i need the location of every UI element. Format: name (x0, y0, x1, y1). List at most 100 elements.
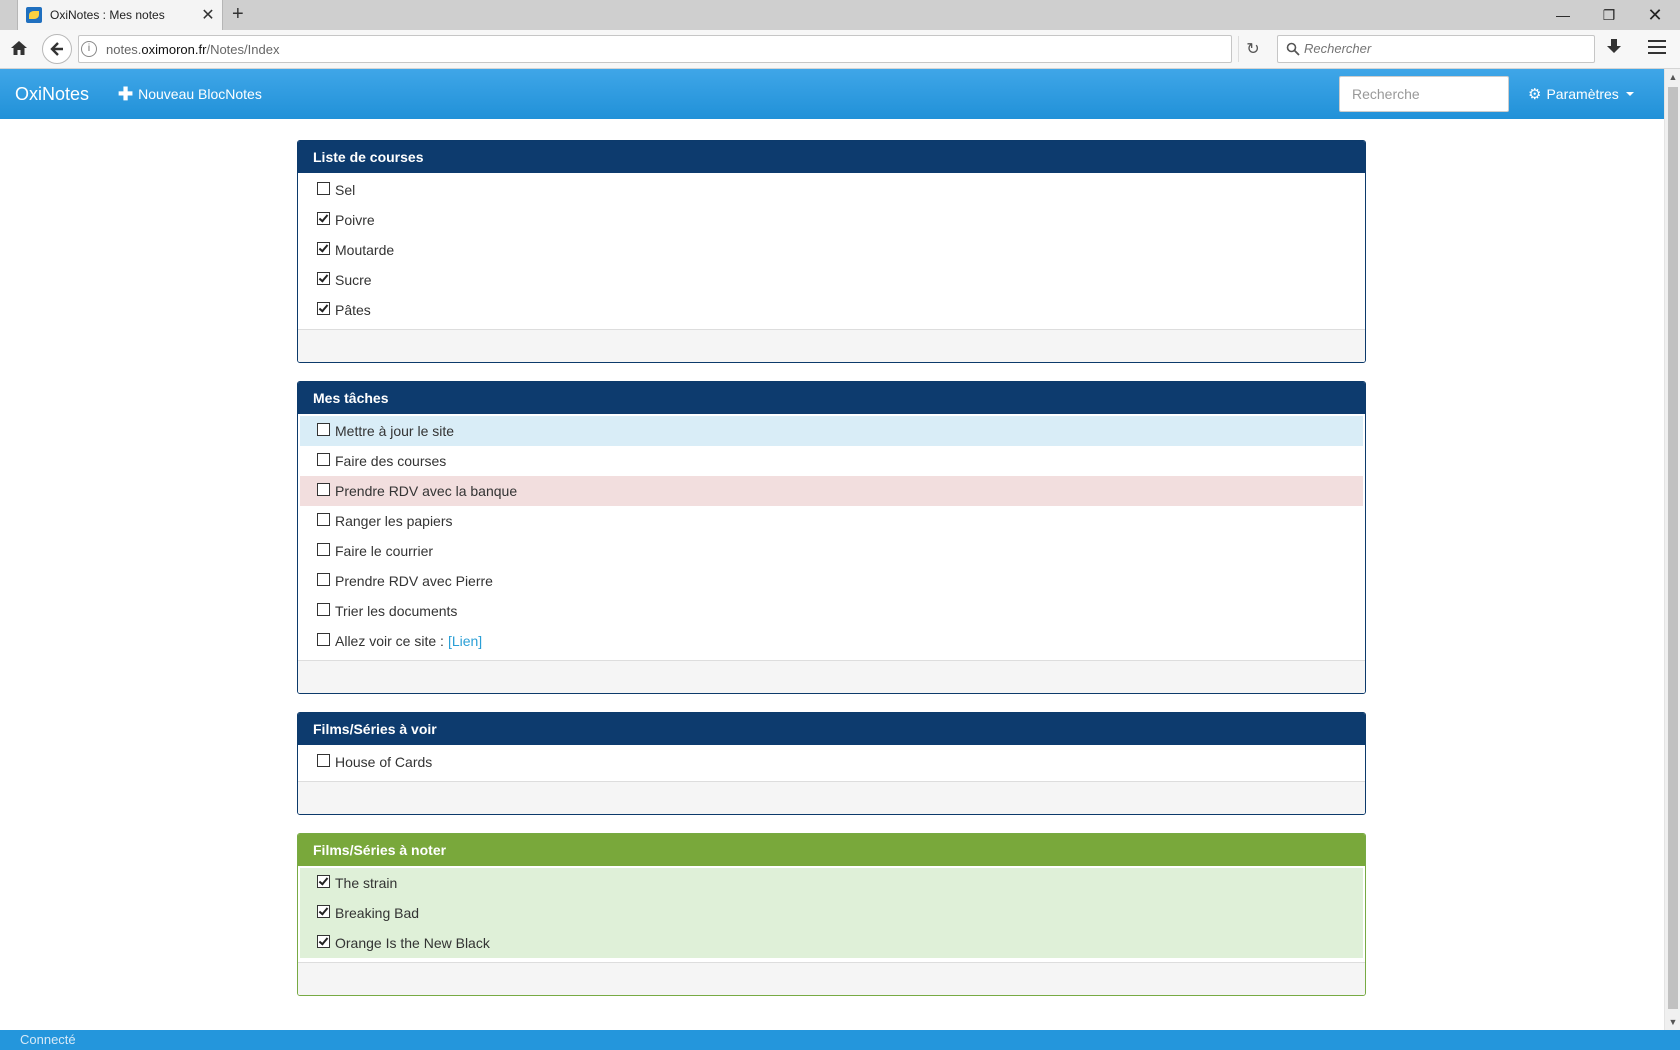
settings-label: Paramètres (1546, 86, 1619, 102)
list-item[interactable]: Breaking Bad (300, 898, 1363, 928)
browser-toolbar: i notes.oximoron.fr/Notes/Index ↻ (0, 30, 1680, 69)
unchecked-checkbox[interactable] (317, 453, 330, 466)
notebook-panel: Films/Séries à voir House of Cards (297, 712, 1366, 815)
list-item[interactable]: Poivre (300, 205, 1363, 235)
item-label: Mettre à jour le site (335, 423, 455, 439)
list-item[interactable]: The strain (300, 868, 1363, 898)
list-item[interactable]: Prendre RDV avec Pierre (300, 566, 1363, 596)
item-label: House of Cards (335, 754, 433, 770)
caret-down-icon (1625, 92, 1634, 96)
item-label: Prendre RDV avec Pierre (335, 573, 493, 589)
notebook-items: The strain Breaking Bad Orange Is the New … (298, 866, 1365, 963)
checked-checkbox[interactable] (317, 302, 330, 315)
url-bar[interactable]: i notes.oximoron.fr/Notes/Index (78, 35, 1232, 63)
scroll-up-icon[interactable]: ▲ (1665, 69, 1680, 85)
item-label: Moutarde (335, 242, 395, 258)
list-item[interactable]: Pâtes (300, 295, 1363, 325)
list-item[interactable]: Sucre (300, 265, 1363, 295)
list-item[interactable]: Faire le courrier (300, 536, 1363, 566)
back-arrow-icon (50, 42, 63, 56)
minimize-icon[interactable]: — (1540, 0, 1586, 30)
browser-search-input[interactable] (1302, 40, 1586, 57)
notebook-title[interactable]: Films/Séries à voir (298, 713, 1365, 745)
checked-checkbox[interactable] (317, 905, 330, 918)
item-label: Pâtes (335, 302, 371, 318)
close-window-icon[interactable]: ✕ (1632, 0, 1678, 30)
browser-tab[interactable]: OxiNotes : Mes notes ✕ (17, 0, 223, 30)
list-item[interactable]: Sel (300, 175, 1363, 205)
item-label: Sel (335, 182, 356, 198)
reload-icon[interactable]: ↻ (1238, 36, 1267, 62)
list-item[interactable]: Ranger les papiers (300, 506, 1363, 536)
notebook-items: Sel Poivre Moutarde Sucre Pâtes (298, 173, 1365, 330)
download-icon[interactable] (1606, 38, 1622, 56)
unchecked-checkbox[interactable] (317, 603, 330, 616)
vertical-scrollbar[interactable]: ▲ ▼ (1664, 69, 1680, 1030)
unchecked-checkbox[interactable] (317, 633, 330, 646)
checked-checkbox[interactable] (317, 935, 330, 948)
restore-icon[interactable]: ❐ (1586, 0, 1632, 30)
checked-checkbox[interactable] (317, 242, 330, 255)
list-item[interactable]: Mettre à jour le site (300, 416, 1363, 446)
item-label: Trier les documents (335, 603, 458, 619)
gear-icon: ⚙ (1528, 86, 1542, 103)
checked-checkbox[interactable] (317, 272, 330, 285)
brand-logo[interactable]: OxiNotes (15, 84, 89, 105)
notebook-footer (298, 661, 1365, 693)
item-label: Prendre RDV avec la banque (335, 483, 518, 499)
item-label: Breaking Bad (335, 905, 420, 921)
list-item[interactable]: Trier les documents (300, 596, 1363, 626)
home-icon[interactable] (10, 39, 28, 57)
list-item[interactable]: Faire des courses (300, 446, 1363, 476)
connection-status: Connecté (20, 1032, 76, 1047)
list-item[interactable]: Orange Is the New Black (300, 928, 1363, 958)
list-item[interactable]: House of Cards (300, 747, 1363, 777)
scroll-down-icon[interactable]: ▼ (1665, 1014, 1680, 1030)
item-label: Faire des courses (335, 453, 447, 469)
tab-title: OxiNotes : Mes notes (50, 8, 165, 22)
list-item[interactable]: Prendre RDV avec la banque (300, 476, 1363, 506)
notebook-title[interactable]: Films/Séries à noter (298, 834, 1365, 866)
unchecked-checkbox[interactable] (317, 573, 330, 586)
settings-dropdown[interactable]: ⚙ Paramètres (1528, 85, 1634, 103)
notebook-footer (298, 330, 1365, 362)
site-info-icon[interactable]: i (81, 41, 97, 57)
item-label: Allez voir ce site : (335, 633, 444, 649)
close-tab-icon[interactable]: ✕ (198, 5, 218, 25)
checked-checkbox[interactable] (317, 875, 330, 888)
notebook-title[interactable]: Liste de courses (298, 141, 1365, 173)
notebook-footer (298, 782, 1365, 814)
status-bar: Connecté (0, 1030, 1680, 1050)
notebook-footer (298, 963, 1365, 995)
item-label: Poivre (335, 212, 375, 228)
new-tab-icon[interactable]: + (232, 3, 244, 26)
unchecked-checkbox[interactable] (317, 754, 330, 767)
hamburger-menu-icon[interactable] (1648, 40, 1666, 58)
item-link[interactable]: [Lien] (448, 633, 482, 649)
new-notebook-label: Nouveau BlocNotes (138, 86, 262, 102)
unchecked-checkbox[interactable] (317, 543, 330, 556)
search-input[interactable] (1339, 76, 1509, 112)
scrollbar-thumb[interactable] (1668, 87, 1678, 1009)
notebook-title[interactable]: Mes tâches (298, 382, 1365, 414)
unchecked-checkbox[interactable] (317, 423, 330, 436)
list-item[interactable]: Allez voir ce site : [Lien] (300, 626, 1363, 656)
item-label: The strain (335, 875, 398, 891)
item-label: Sucre (335, 272, 372, 288)
item-label: Faire le courrier (335, 543, 434, 559)
notebook-items: House of Cards (298, 745, 1365, 782)
oxinotes-favicon-icon (26, 7, 42, 23)
unchecked-checkbox[interactable] (317, 483, 330, 496)
url-text: notes.oximoron.fr/Notes/Index (106, 42, 280, 57)
checked-checkbox[interactable] (317, 212, 330, 225)
new-notebook-button[interactable]: ✚ Nouveau BlocNotes (118, 84, 262, 104)
unchecked-checkbox[interactable] (317, 513, 330, 526)
item-label: Ranger les papiers (335, 513, 453, 529)
list-item[interactable]: Moutarde (300, 235, 1363, 265)
plus-icon: ✚ (118, 84, 134, 104)
unchecked-checkbox[interactable] (317, 182, 330, 195)
back-button[interactable] (42, 34, 72, 64)
notebook-panel: Mes tâches Mettre à jour le site Faire des… (297, 381, 1366, 694)
browser-search-box[interactable] (1277, 35, 1595, 63)
notebook-items: Mettre à jour le site Faire des courses Pr… (298, 414, 1365, 661)
